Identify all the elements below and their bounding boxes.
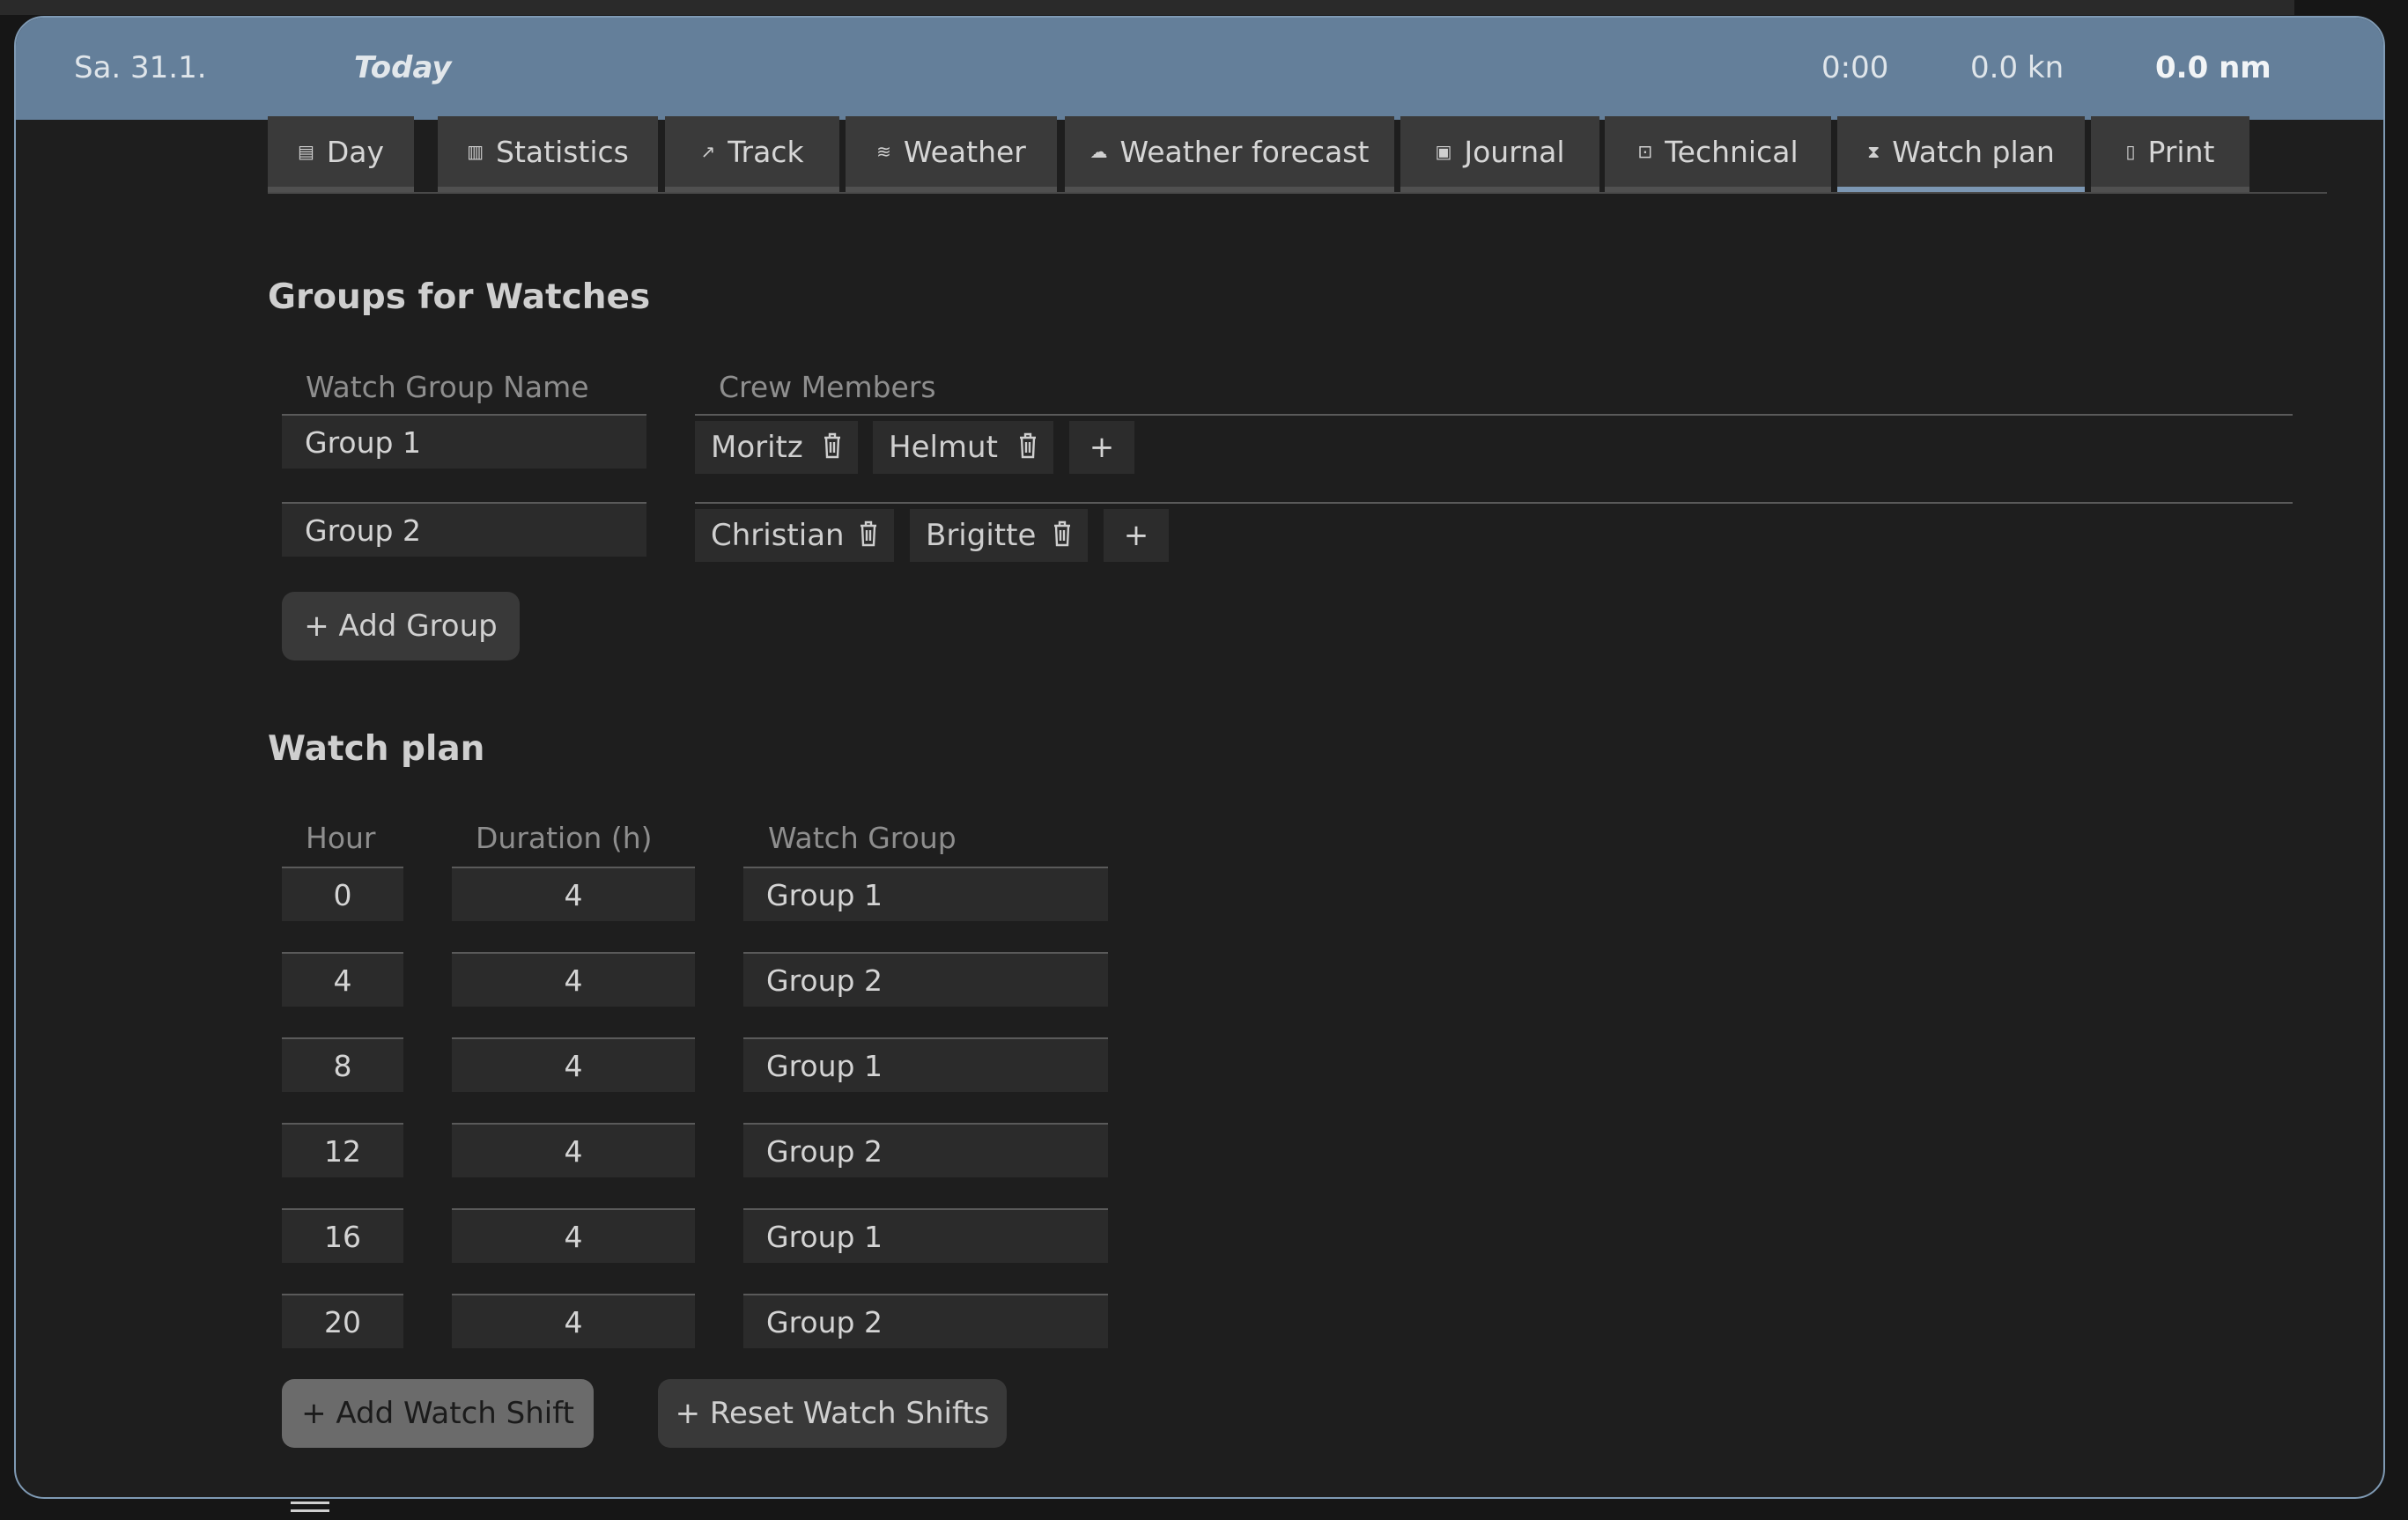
add-crew-member-button[interactable]: + bbox=[1069, 421, 1134, 474]
header-today: Today bbox=[354, 50, 452, 85]
weather-icon: ≋ bbox=[876, 141, 891, 162]
tab-label: Weather forecast bbox=[1119, 134, 1370, 169]
group-name-input[interactable]: Group 2 bbox=[282, 502, 646, 557]
add-crew-member-button[interactable]: + bbox=[1104, 509, 1169, 562]
tab-print[interactable]: ▯ Print bbox=[2091, 116, 2249, 192]
duration-input[interactable]: 4 bbox=[452, 1037, 695, 1092]
trash-icon[interactable] bbox=[1053, 520, 1072, 547]
tab-journal[interactable]: ▣ Journal bbox=[1400, 116, 1599, 192]
tab-weather-forecast[interactable]: ☁ Weather forecast bbox=[1065, 116, 1394, 192]
tab-label: Journal bbox=[1464, 134, 1565, 169]
bar-chart-icon: ▥ bbox=[467, 141, 484, 162]
trash-icon[interactable] bbox=[823, 432, 842, 459]
hour-input[interactable]: 20 bbox=[282, 1294, 403, 1348]
duration-input[interactable]: 4 bbox=[452, 867, 695, 921]
watch-group-select[interactable]: Group 2 bbox=[743, 952, 1108, 1007]
calendar-icon: ▤ bbox=[297, 141, 314, 162]
tab-statistics[interactable]: ▥ Statistics bbox=[438, 116, 658, 192]
duration-input[interactable]: 4 bbox=[452, 952, 695, 1007]
trash-icon[interactable] bbox=[1018, 432, 1038, 459]
duration-input[interactable]: 4 bbox=[452, 1208, 695, 1263]
watch-plan-title: Watch plan bbox=[268, 729, 485, 769]
tab-technical[interactable]: ⊡ Technical bbox=[1605, 116, 1831, 192]
hour-input[interactable]: 8 bbox=[282, 1037, 403, 1092]
tab-label: Print bbox=[2147, 134, 2215, 169]
hourglass-icon: ⧗ bbox=[1867, 141, 1880, 162]
col-header-hour: Hour bbox=[306, 821, 376, 855]
crew-member-chip: Brigitte bbox=[910, 509, 1088, 562]
members-divider bbox=[695, 414, 2293, 416]
tab-label: Watch plan bbox=[1892, 134, 2055, 169]
trash-icon[interactable] bbox=[859, 520, 878, 547]
watch-group-select[interactable]: Group 2 bbox=[743, 1123, 1108, 1177]
tab-label: Day bbox=[326, 134, 385, 169]
header-distance: 0.0 nm bbox=[2155, 50, 2271, 85]
col-header-watch-group: Watch Group bbox=[768, 821, 957, 855]
crew-member-name: Moritz bbox=[711, 430, 803, 465]
day-header: Sa. 31.1. Today 0:00 0.0 kn 0.0 nm bbox=[16, 18, 2383, 120]
tab-label: Statistics bbox=[496, 134, 629, 169]
crew-member-name: Christian bbox=[711, 518, 845, 553]
hour-input[interactable]: 12 bbox=[282, 1123, 403, 1177]
hour-input[interactable]: 4 bbox=[282, 952, 403, 1007]
group-name-input[interactable]: Group 1 bbox=[282, 414, 646, 469]
watch-group-select[interactable]: Group 1 bbox=[743, 1208, 1108, 1263]
hour-input[interactable]: 16 bbox=[282, 1208, 403, 1263]
duration-input[interactable]: 4 bbox=[452, 1294, 695, 1348]
track-icon: ↗ bbox=[700, 141, 716, 162]
tab-watch-plan[interactable]: ⧗ Watch plan bbox=[1837, 116, 2085, 192]
document-icon: ▯ bbox=[2125, 141, 2136, 162]
col-header-duration: Duration (h) bbox=[476, 821, 653, 855]
add-group-button[interactable]: + Add Group bbox=[282, 592, 520, 660]
top-strip bbox=[0, 0, 2294, 15]
members-divider bbox=[695, 502, 2293, 504]
crew-member-name: Helmut bbox=[889, 430, 998, 465]
header-speed: 0.0 kn bbox=[1970, 50, 2065, 85]
tab-bar: ▤ Day ▥ Statistics ↗ Track ≋ Weather ☁ W… bbox=[268, 116, 2327, 194]
journal-icon: ▣ bbox=[1435, 141, 1452, 162]
crew-member-chip: Moritz bbox=[695, 421, 858, 474]
col-header-group-name: Watch Group Name bbox=[306, 370, 589, 404]
tab-track[interactable]: ↗ Track bbox=[665, 116, 839, 192]
crew-member-chip: Christian bbox=[695, 509, 894, 562]
watch-group-select[interactable]: Group 2 bbox=[743, 1294, 1108, 1348]
header-date: Sa. 31.1. bbox=[74, 50, 207, 85]
watch-group-select[interactable]: Group 1 bbox=[743, 1037, 1108, 1092]
add-watch-shift-button[interactable]: + Add Watch Shift bbox=[282, 1379, 594, 1448]
technical-icon: ⊡ bbox=[1637, 141, 1653, 162]
tab-label: Weather bbox=[903, 134, 1026, 169]
hour-input[interactable]: 0 bbox=[282, 867, 403, 921]
tab-day[interactable]: ▤ Day bbox=[268, 116, 414, 192]
watch-group-select[interactable]: Group 1 bbox=[743, 867, 1108, 921]
groups-section-title: Groups for Watches bbox=[268, 277, 651, 317]
crew-member-chip: Helmut bbox=[873, 421, 1053, 474]
duration-input[interactable]: 4 bbox=[452, 1123, 695, 1177]
forecast-icon: ☁ bbox=[1090, 141, 1108, 162]
tab-label: Technical bbox=[1665, 134, 1799, 169]
reset-watch-shifts-button[interactable]: + Reset Watch Shifts bbox=[658, 1379, 1007, 1448]
tab-label: Track bbox=[728, 134, 804, 169]
menu-icon[interactable] bbox=[291, 1502, 329, 1517]
crew-member-name: Brigitte bbox=[926, 518, 1037, 553]
tab-weather[interactable]: ≋ Weather bbox=[846, 116, 1057, 192]
col-header-crew-members: Crew Members bbox=[719, 370, 936, 404]
header-time: 0:00 bbox=[1821, 50, 1889, 85]
